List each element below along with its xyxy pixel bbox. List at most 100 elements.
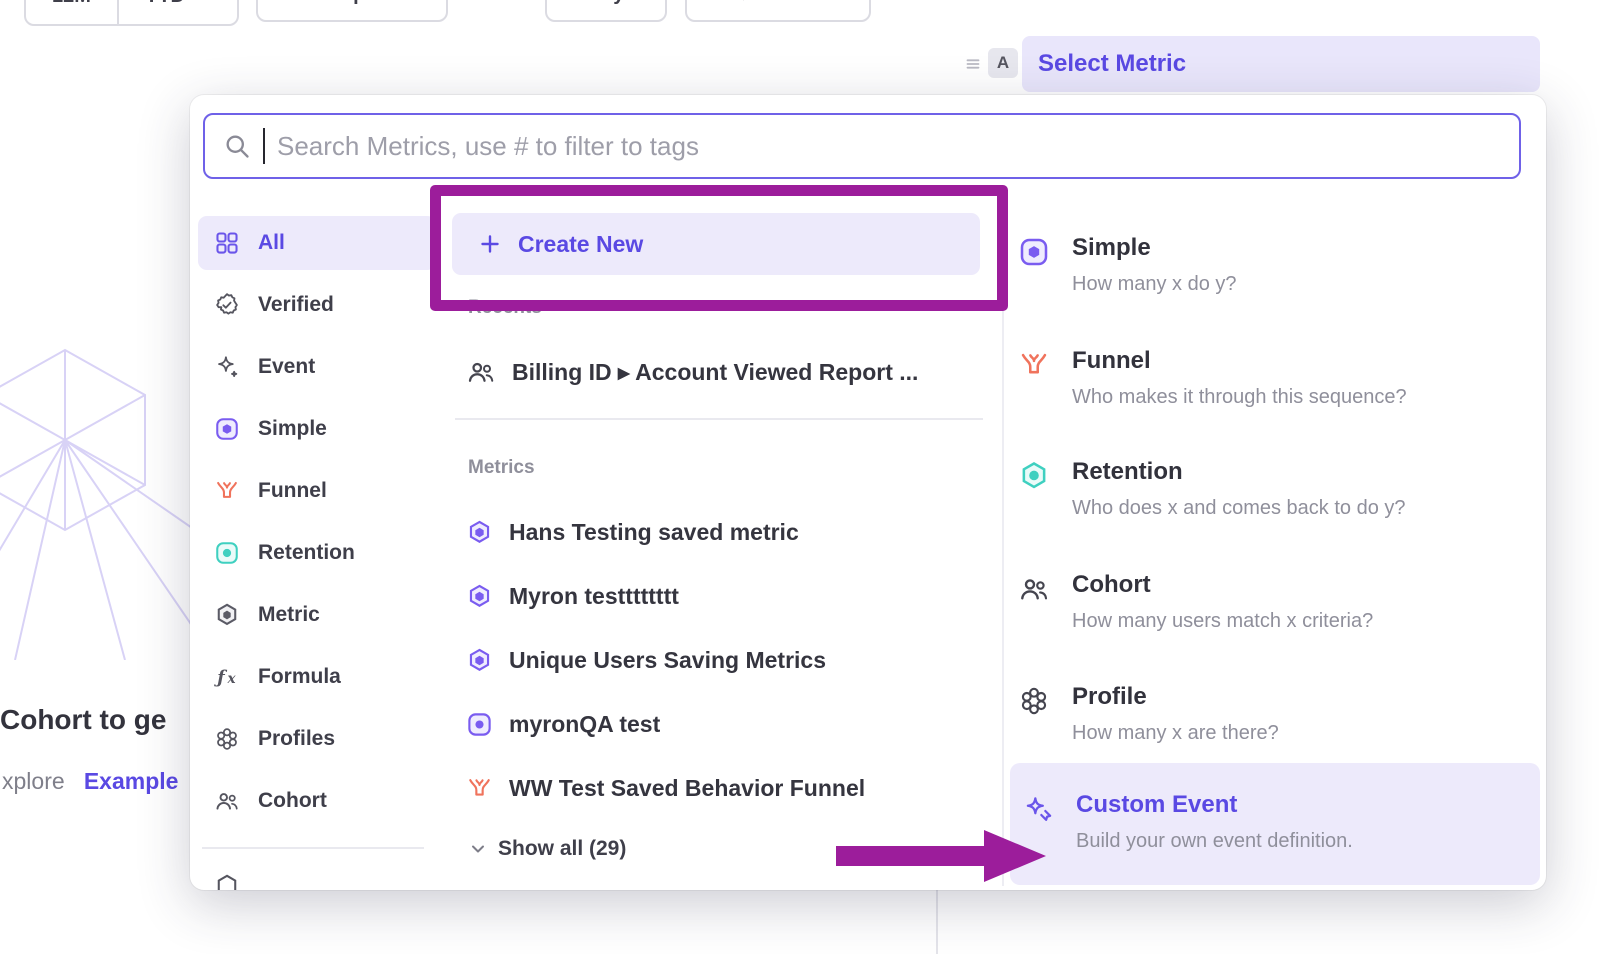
metric-type-title: Profile bbox=[1072, 683, 1279, 711]
saved-metric-item[interactable]: Unique Users Saving Metrics bbox=[466, 635, 826, 685]
metric-type-custom-event-highlight: Custom Event Build your own event defini… bbox=[1010, 763, 1540, 885]
recents-section-header: Recents bbox=[468, 297, 542, 319]
metric-type-title: Simple bbox=[1072, 234, 1237, 262]
list-divider bbox=[455, 418, 983, 420]
saved-metric-item[interactable]: Hans Testing saved metric bbox=[466, 507, 799, 557]
saved-metric-label: Unique Users Saving Metrics bbox=[509, 647, 826, 674]
example-link[interactable]: Example bbox=[84, 768, 179, 794]
metric-type-cohort[interactable]: Cohort How many users match x criteria? bbox=[1018, 571, 1523, 633]
simple-hexagon-icon bbox=[466, 519, 493, 546]
range-ytd-button[interactable]: YTD bbox=[117, 0, 237, 24]
custom-event-icon bbox=[1022, 793, 1054, 825]
create-new-label: Create New bbox=[518, 231, 643, 258]
sidebar-item-metric[interactable]: Metric bbox=[198, 588, 436, 642]
saved-metric-item[interactable]: WW Test Saved Behavior Funnel bbox=[466, 763, 865, 813]
metric-type-simple[interactable]: Simple How many x do y? bbox=[1018, 234, 1523, 296]
empty-state-headline: Cohort to ge bbox=[0, 704, 166, 736]
sidebar-item-retention[interactable]: Retention bbox=[198, 526, 436, 580]
sidebar-item-verified[interactable]: Verified bbox=[198, 278, 436, 332]
metric-type-description: Build your own event definition. bbox=[1076, 829, 1353, 853]
date-range-segmented-control: 12M YTD bbox=[24, 0, 239, 26]
saved-metric-item[interactable]: myronQA test bbox=[466, 699, 660, 749]
metric-type-description: Who makes it through this sequence? bbox=[1072, 385, 1407, 409]
sparkle-icon bbox=[214, 354, 240, 380]
sidebar-divider bbox=[202, 847, 424, 849]
sidebar-item-all[interactable]: All bbox=[198, 216, 436, 270]
show-all-label: Show all (29) bbox=[498, 837, 626, 861]
search-input[interactable] bbox=[277, 131, 1501, 162]
metric-type-description: How many users match x criteria? bbox=[1072, 609, 1373, 633]
sidebar-item-event[interactable]: Event bbox=[198, 340, 436, 394]
show-all-toggle[interactable]: Show all (29) bbox=[468, 829, 626, 869]
sidebar-item-label: Retention bbox=[258, 541, 355, 565]
recent-item-label: Billing ID ▸ Account Viewed Report ... bbox=[512, 359, 918, 386]
metric-type-text: Simple How many x do y? bbox=[1072, 234, 1237, 296]
wireframe-decoration bbox=[0, 330, 195, 660]
chart-type-line-button[interactable]: Line bbox=[685, 0, 871, 22]
select-metric-button[interactable]: Select Metric bbox=[1022, 36, 1540, 92]
sidebar-item-label: Metric bbox=[258, 603, 320, 627]
chart-type-label: Line bbox=[774, 0, 815, 6]
simple-metric-icon bbox=[1018, 236, 1050, 268]
hexagon-metric-icon bbox=[214, 602, 240, 628]
drag-handle-icon[interactable] bbox=[962, 53, 984, 75]
flower-profiles-icon bbox=[214, 726, 240, 752]
metric-picker-modal: All Verified Event Simple Funnel bbox=[190, 95, 1546, 890]
flower-profiles-icon bbox=[1018, 685, 1050, 717]
formula-icon: ƒx bbox=[214, 664, 240, 690]
funnel-icon bbox=[1018, 349, 1050, 381]
metric-type-text: Profile How many x are there? bbox=[1072, 683, 1279, 745]
column-divider bbox=[1002, 210, 1004, 886]
select-metric-label: Select Metric bbox=[1038, 50, 1186, 78]
saved-metric-label: myronQA test bbox=[509, 711, 660, 738]
chevron-down-icon bbox=[468, 839, 488, 859]
metric-type-profile[interactable]: Profile How many x are there? bbox=[1018, 683, 1523, 745]
metric-type-title: Retention bbox=[1072, 458, 1406, 486]
sidebar-item-label: Simple bbox=[258, 417, 327, 441]
metric-type-funnel[interactable]: Funnel Who makes it through this sequenc… bbox=[1018, 347, 1523, 409]
saved-metric-label: WW Test Saved Behavior Funnel bbox=[509, 775, 865, 802]
metric-row-badge: A bbox=[988, 48, 1018, 78]
sidebar-item-funnel[interactable]: Funnel bbox=[198, 464, 436, 518]
saved-metric-label: Hans Testing saved metric bbox=[509, 519, 799, 546]
metric-type-title: Cohort bbox=[1072, 571, 1373, 599]
line-chart-icon bbox=[740, 0, 764, 6]
metric-type-description: Who does x and comes back to do y? bbox=[1072, 496, 1406, 520]
svg-text:x: x bbox=[227, 671, 237, 687]
search-box[interactable] bbox=[203, 113, 1521, 179]
interval-day-button[interactable]: Day bbox=[545, 0, 667, 22]
search-icon bbox=[223, 132, 251, 160]
sidebar-item-cohort[interactable]: Cohort bbox=[198, 774, 436, 828]
chevron-down-icon bbox=[193, 0, 211, 5]
metric-type-text: Custom Event Build your own event defini… bbox=[1076, 791, 1353, 853]
people-icon bbox=[1018, 573, 1050, 605]
plus-icon bbox=[478, 232, 502, 256]
simple-metric-icon bbox=[214, 416, 240, 442]
range-12m-button[interactable]: 12M bbox=[26, 0, 117, 24]
saved-metric-item[interactable]: Myron testttttttt bbox=[466, 571, 679, 621]
recent-list-item[interactable]: Billing ID ▸ Account Viewed Report ... bbox=[466, 347, 918, 397]
simple-hexagon-icon bbox=[466, 647, 493, 674]
compare-label: Compare bbox=[309, 0, 396, 6]
sidebar-item-formula[interactable]: ƒx Formula bbox=[198, 650, 436, 704]
sidebar-item-simple[interactable]: Simple bbox=[198, 402, 436, 456]
sidebar-item-label: Event bbox=[258, 355, 315, 379]
sidebar-item-profiles[interactable]: Profiles bbox=[198, 712, 436, 766]
funnel-icon bbox=[466, 775, 493, 802]
grid-icon bbox=[214, 230, 240, 256]
metric-row-badge-label: A bbox=[997, 53, 1009, 73]
sidebar-item-label: All bbox=[258, 231, 285, 255]
sidebar-item-label: Cohort bbox=[258, 789, 327, 813]
verified-badge-icon bbox=[214, 292, 240, 318]
simple-square-icon bbox=[466, 711, 493, 738]
create-new-button[interactable]: Create New bbox=[452, 213, 980, 275]
metric-type-retention[interactable]: Retention Who does x and comes back to d… bbox=[1018, 458, 1523, 520]
metric-type-description: How many x are there? bbox=[1072, 721, 1279, 745]
metric-type-custom-event[interactable]: Custom Event Build your own event defini… bbox=[1022, 791, 1527, 853]
subtext-fragment: xplore bbox=[2, 768, 65, 794]
metric-type-title: Funnel bbox=[1072, 347, 1407, 375]
saved-metric-label: Myron testttttttt bbox=[509, 583, 679, 610]
compare-button[interactable]: Compare bbox=[256, 0, 448, 22]
retention-icon bbox=[214, 540, 240, 566]
simple-hexagon-icon bbox=[466, 583, 493, 610]
